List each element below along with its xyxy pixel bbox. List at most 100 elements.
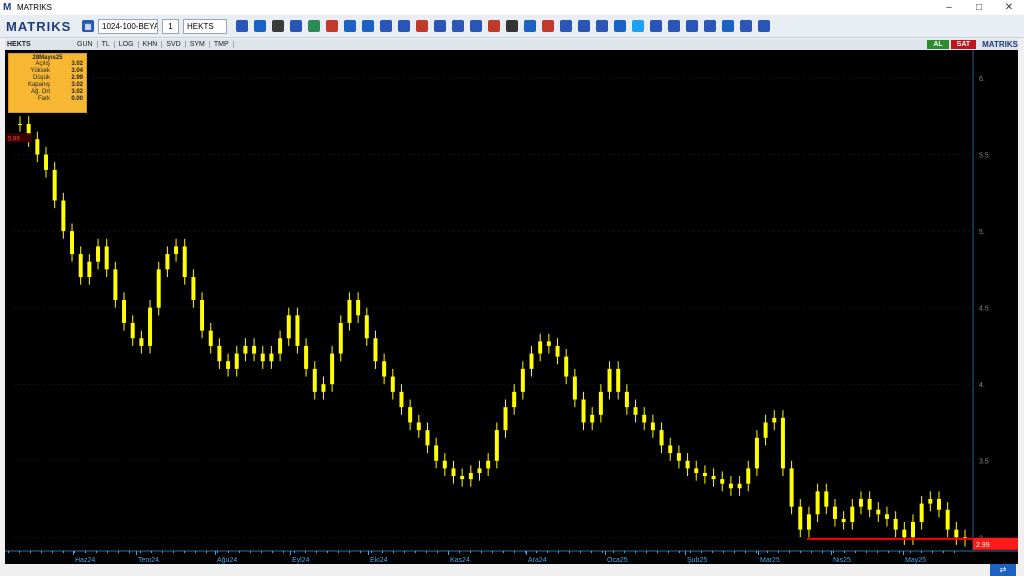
copy-icon[interactable] (560, 20, 572, 32)
candle-body (806, 514, 811, 530)
indicator-icon[interactable] (344, 20, 356, 32)
chart-type-icon[interactable] (308, 20, 320, 32)
minor-tick (316, 551, 317, 553)
sat-button[interactable]: SAT (950, 40, 977, 49)
settings-icon[interactable] (524, 20, 536, 32)
last-price-label: 2.99 (976, 542, 990, 549)
save-icon[interactable]: ▦ (82, 20, 94, 32)
al-button[interactable]: AL (927, 40, 949, 49)
tab-tmp[interactable]: TMP (210, 41, 234, 48)
candle-body (780, 417, 785, 469)
minor-tick (184, 551, 185, 553)
symbol-combo[interactable]: HEKTS (183, 18, 227, 34)
candle-body (590, 414, 595, 423)
candle-body (564, 356, 569, 377)
candle-body (390, 376, 395, 392)
candle-body (702, 472, 707, 477)
price-chart[interactable]: 6.5.55.4.54.3.53.2.995.89 (5, 50, 1018, 550)
color-icon[interactable] (326, 20, 338, 32)
tab-sym[interactable]: SYM (186, 41, 210, 48)
minor-tick (701, 551, 702, 553)
title-bar: M MATRIKS – □ ✕ (0, 0, 1024, 15)
candle-body (893, 518, 898, 530)
candle-body (919, 503, 924, 522)
candlestick-chart: 6.5.55.4.54.3.53.2.995.89 (6, 50, 1018, 550)
slot-number[interactable]: 1 (162, 18, 179, 34)
candle-body (685, 460, 690, 469)
trend-icon[interactable] (488, 20, 500, 32)
chart-symbol-label: HEKTS (7, 41, 31, 48)
candle-body (720, 479, 725, 484)
bar-chart-icon[interactable] (290, 20, 302, 32)
minor-tick (811, 551, 812, 553)
paste-icon[interactable] (596, 20, 608, 32)
calculator-icon[interactable] (740, 20, 752, 32)
candle-body (642, 414, 647, 423)
share-icon[interactable] (650, 20, 662, 32)
candle-body (61, 200, 66, 232)
candle-body (139, 338, 144, 346)
minor-tick (800, 551, 801, 553)
layout-combo[interactable]: 1024-100-BEYA (98, 18, 158, 34)
bold-icon[interactable] (398, 20, 410, 32)
candle-body (347, 300, 352, 323)
underline-icon[interactable] (434, 20, 446, 32)
candle-body (165, 254, 170, 270)
cursor-icon[interactable] (272, 20, 284, 32)
info-row: Düşük 2.99 (9, 75, 86, 82)
minimize-icon[interactable]: – (934, 0, 964, 15)
info-icon[interactable] (452, 20, 464, 32)
candle-body (408, 407, 413, 423)
candle-body (148, 307, 153, 346)
tab-gun[interactable]: GUN (73, 41, 98, 48)
text-icon[interactable] (380, 20, 392, 32)
zoom-icon[interactable] (254, 20, 266, 32)
minor-tick (657, 551, 658, 553)
minor-tick (349, 551, 350, 553)
tab-tl[interactable]: TL (98, 41, 115, 48)
minor-tick (41, 551, 42, 553)
minor-tick (162, 551, 163, 553)
draw-icon[interactable] (362, 20, 374, 32)
info-value: 0.00 (71, 96, 83, 102)
bell-icon[interactable] (704, 20, 716, 32)
layout-icon[interactable] (668, 20, 680, 32)
minor-tick (921, 551, 922, 553)
candle-body (555, 345, 560, 357)
close-icon[interactable]: ✕ (994, 0, 1024, 15)
minor-tick (569, 551, 570, 553)
minor-tick (679, 551, 680, 553)
chart-subbar: HEKTS GUN TL LOG KHN SVD SYM TMP AL SAT … (5, 39, 1018, 50)
info-value: 3.02 (71, 61, 83, 67)
refresh-icon[interactable] (722, 20, 734, 32)
twitter-icon[interactable] (632, 20, 644, 32)
config-icon[interactable] (758, 20, 770, 32)
table-icon[interactable] (470, 20, 482, 32)
font-icon[interactable] (416, 20, 428, 32)
formula-icon[interactable] (506, 20, 518, 32)
minor-tick (393, 551, 394, 553)
search-icon[interactable] (614, 20, 626, 32)
minor-tick (954, 551, 955, 553)
grid-icon[interactable] (686, 20, 698, 32)
tab-log[interactable]: LOG (115, 41, 139, 48)
minor-tick (492, 551, 493, 553)
alert-icon[interactable] (542, 20, 554, 32)
y-tick-label: 5.5 (979, 153, 989, 160)
save-icon[interactable] (236, 20, 248, 32)
tab-khn[interactable]: KHN (139, 41, 163, 48)
minor-tick (173, 551, 174, 553)
time-tick-label: Ağu24 (217, 557, 237, 564)
candle-body (728, 483, 733, 489)
candle-body (945, 509, 950, 530)
tab-svd[interactable]: SVD (162, 41, 186, 48)
maximize-icon[interactable]: □ (964, 0, 994, 15)
scroll-icon[interactable]: ⇄ (990, 564, 1016, 576)
subbar-right: AL SAT MATRIKS (925, 39, 1018, 50)
time-axis: Haz24 Tem24 Ağu24 Eyl24 Eki24 Kas24 Ara24 Oca25… (5, 550, 1018, 564)
minor-tick (943, 551, 944, 553)
window-icon[interactable] (578, 20, 590, 32)
candle-body (546, 341, 551, 346)
minor-tick (85, 551, 86, 553)
candle-body (434, 445, 439, 461)
